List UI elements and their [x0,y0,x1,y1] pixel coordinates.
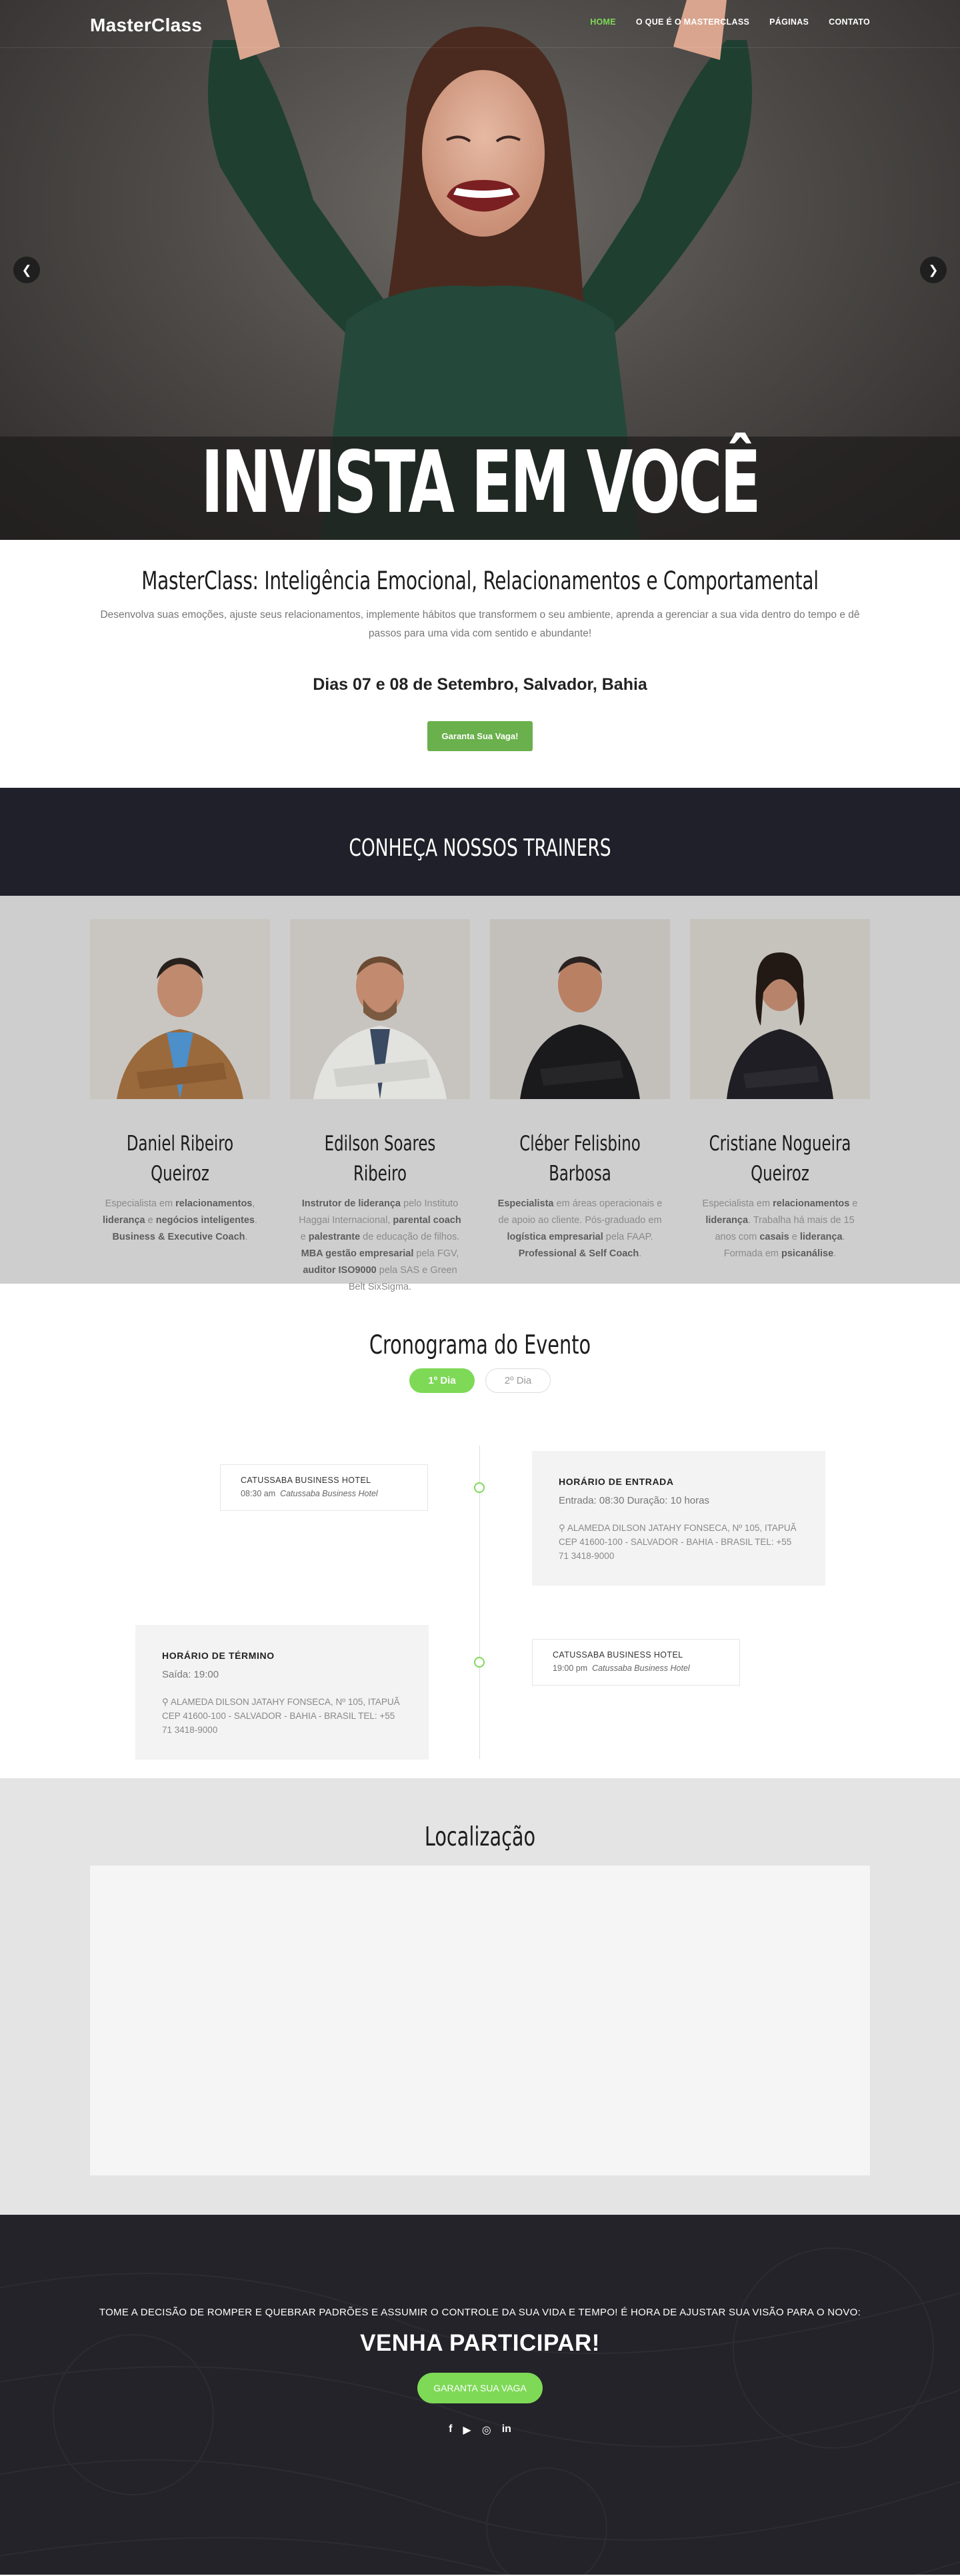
slider-prev-button[interactable]: ❮ [13,257,40,283]
schedule-section: Cronograma do Evento 1º Dia 2º Dia CATUS… [0,1284,960,1778]
event-place: Catussaba Business Hotel [592,1664,690,1673]
trainer-name: Daniel Ribeiro Queiroz [126,1132,234,1186]
entry-address: ⚲ ALAMEDA DILSON JATAHY FONSECA, Nº 105,… [559,1523,797,1561]
cta-register-button[interactable]: GARANTA SUA VAGA [417,2373,543,2403]
chevron-left-icon: ❮ [21,263,32,277]
intro-description: Desenvolva suas emoções, ajuste seus rel… [100,609,860,639]
event-card: CATUSSABA BUSINESS HOTEL 08:30 am Catuss… [220,1464,428,1511]
map-marker-icon: ⚲ [162,1697,171,1707]
trainers-grid: Daniel Ribeiro Queiroz Especialista em r… [0,896,960,1292]
day-tabs: 1º Dia 2º Dia [0,1368,960,1393]
linkedin-icon[interactable]: in [502,2423,511,2437]
menu-item-home[interactable]: HOME [590,17,616,27]
trainer-bio: Especialista em áreas operacionais e de … [497,1198,663,1259]
trainer-card: Daniel Ribeiro Queiroz Especialista em r… [90,919,270,1284]
trainers-header: CONHEÇA NOSSOS TRAINERS [0,788,960,896]
menu-item-pages[interactable]: PÁGINAS [769,17,809,27]
event-dates: Dias 07 e 08 de Setembro, Salvador, Bahi… [313,675,647,694]
map-embed[interactable] [90,1866,870,2175]
timeline-dot [474,1482,485,1493]
tab-day-1[interactable]: 1º Dia [409,1368,475,1393]
cta-section: TOME A DECISÃO DE ROMPER E QUEBRAR PADRÕ… [0,2215,960,2575]
event-time: 08:30 am [241,1489,276,1498]
event-time: 19:00 pm [553,1664,588,1673]
end-info: Saída: 19:00 [162,1669,219,1680]
trainer-photo [90,919,270,1099]
trainers-heading: CONHEÇA NOSSOS TRAINERS [349,834,611,862]
end-time-card: HORÁRIO DE TÉRMINO Saída: 19:00 ⚲ ALAMED… [135,1625,429,1760]
trainer-card: Edilson Soares Ribeiro Instrutor de lide… [290,919,470,1292]
timeline-dot [474,1657,485,1668]
facebook-icon[interactable]: f [449,2423,452,2437]
trainer-photo [290,919,470,1099]
hero-slider: MasterClass HOME O QUE É O MASTERCLASS P… [0,0,960,540]
event-venue: CATUSSABA BUSINESS HOTEL [241,1476,371,1485]
entry-info: Entrada: 08:30 Duração: 10 horas [559,1495,709,1506]
trainer-bio: Especialista em relacionamentos e lidera… [702,1198,858,1259]
location-title: Localização [424,1822,536,1852]
trainer-bio: Instrutor de liderança pelo Instituto Ha… [299,1198,461,1292]
tab-day-2[interactable]: 2º Dia [485,1368,551,1393]
menu-item-contact[interactable]: CONTATO [829,17,870,27]
trainer-name: Edilson Soares Ribeiro [324,1132,436,1186]
trainer-card: Cléber Felisbino Barbosa Especialista em… [490,919,670,1284]
trainer-name: Cristiane Nogueira Queiroz [709,1132,851,1186]
menu-item-about[interactable]: O QUE É O MASTERCLASS [636,17,749,27]
event-card: CATUSSABA BUSINESS HOTEL 19:00 pm Catuss… [532,1639,740,1686]
trainer-photo [690,919,870,1099]
instagram-icon[interactable]: ◎ [482,2423,491,2437]
cta-text: TOME A DECISÃO DE ROMPER E QUEBRAR PADRÕ… [99,2307,861,2318]
register-button[interactable]: Garanta Sua Vaga! [427,721,533,751]
trainer-bio: Especialista em relacionamentos, lideran… [102,1198,258,1242]
site-logo[interactable]: MasterClass [90,15,202,36]
cta-heading: VENHA PARTICIPAR! [360,2330,600,2356]
end-title: HORÁRIO DE TÉRMINO [162,1650,275,1661]
event-place: Catussaba Business Hotel [280,1489,378,1498]
end-address: ⚲ ALAMEDA DILSON JATAHY FONSECA, Nº 105,… [162,1697,400,1735]
youtube-icon[interactable]: ▶ [463,2423,471,2437]
hero-title: INVISTA EM VOCÊ [201,433,761,533]
intro-title: MasterClass: Inteligência Emocional, Rel… [141,567,819,595]
social-links: f ▶ ◎ in [0,2423,960,2437]
top-navbar: MasterClass HOME O QUE É O MASTERCLASS P… [0,0,960,48]
event-venue: CATUSSABA BUSINESS HOTEL [553,1650,683,1660]
schedule-title: Cronograma do Evento [369,1330,591,1360]
entry-title: HORÁRIO DE ENTRADA [559,1476,674,1487]
trainer-card: Cristiane Nogueira Queiroz Especialista … [690,919,870,1284]
slider-next-button[interactable]: ❯ [920,257,947,283]
trainer-photo [490,919,670,1099]
entry-time-card: HORÁRIO DE ENTRADA Entrada: 08:30 Duraçã… [532,1451,825,1586]
main-menu: HOME O QUE É O MASTERCLASS PÁGINAS CONTA… [590,17,870,27]
map-marker-icon: ⚲ [559,1523,567,1533]
intro-section: MasterClass: Inteligência Emocional, Rel… [0,540,960,788]
trainer-name: Cléber Felisbino Barbosa [519,1132,641,1186]
chevron-right-icon: ❯ [928,263,939,277]
location-section: Localização [0,1778,960,2215]
